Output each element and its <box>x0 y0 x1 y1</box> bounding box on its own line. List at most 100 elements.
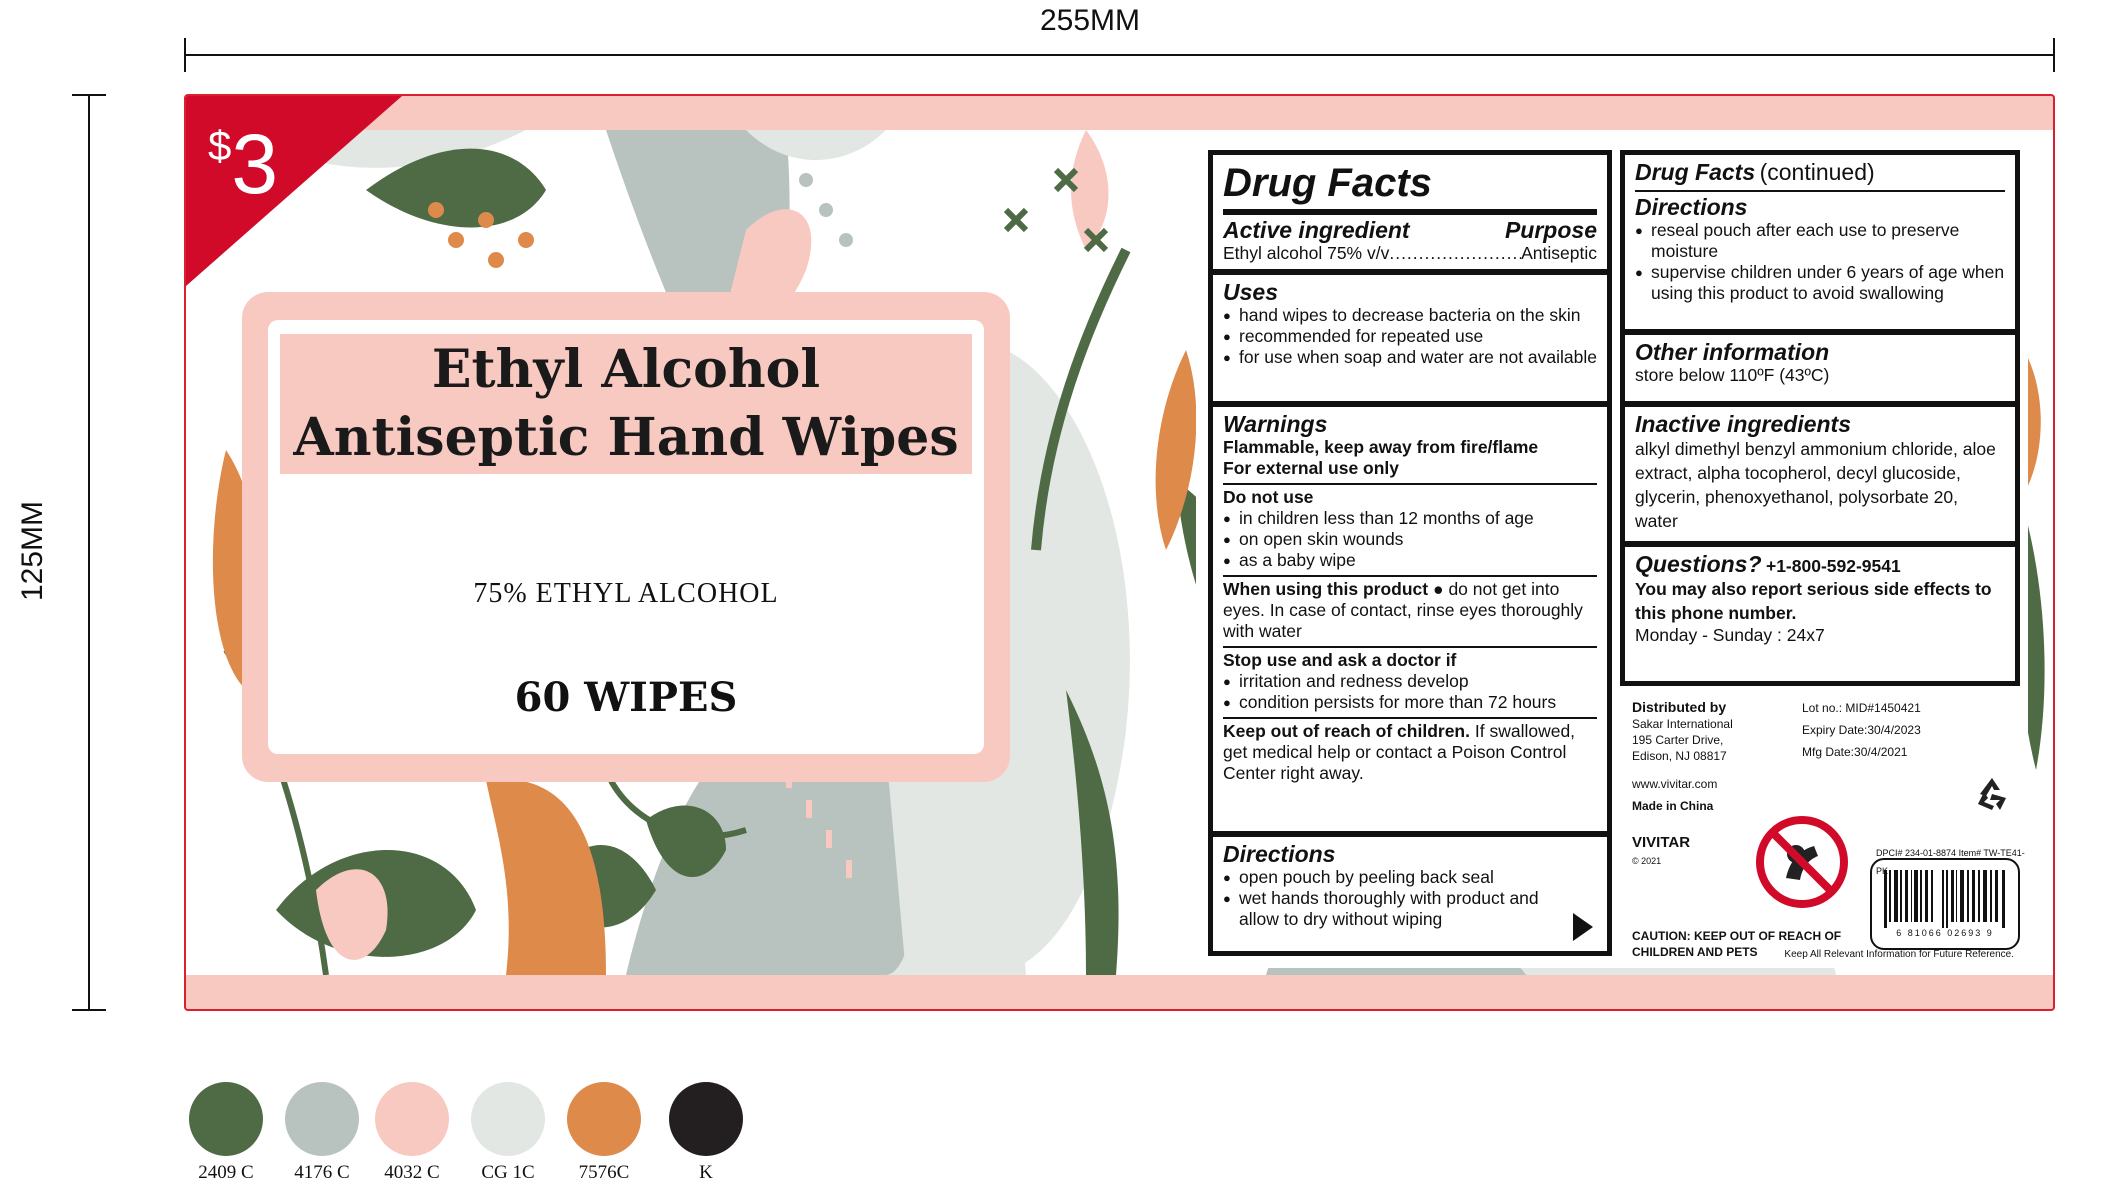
swatch-label: 7576C <box>578 1162 630 1183</box>
height-dimension-label: 125MM <box>16 500 49 602</box>
swatch-7576c: 7576C <box>566 1082 642 1184</box>
list-item: hand wipes to decrease bacteria on the s… <box>1223 305 1597 326</box>
directions-heading: Directions <box>1223 841 1336 867</box>
mfg-date: 30/4/2021 <box>1854 745 1908 759</box>
do-not-use-heading: Do not use <box>1223 487 1314 507</box>
swatch-4176c: 4176 C <box>284 1082 360 1184</box>
title-card: Ethyl Alcohol Antiseptic Hand Wipes 75% … <box>242 292 1010 782</box>
barcode-box: 6 81066 02693 9 <box>1870 858 2020 950</box>
swatch-dot <box>375 1082 449 1156</box>
warning-external: For external use only <box>1223 458 1400 478</box>
directions-section: Directions open pouch by peeling back se… <box>1213 837 1607 951</box>
warnings-heading: Warnings <box>1223 411 1328 437</box>
list-item: irritation and redness develop <box>1223 671 1597 692</box>
swatch-dot <box>567 1082 641 1156</box>
distributed-by-heading: Distributed by <box>1632 699 1727 715</box>
price-tag: $3 <box>208 116 278 213</box>
continue-arrow-icon <box>1573 913 1593 941</box>
stop-use-heading: Stop use and ask a doctor if <box>1223 650 1457 670</box>
width-dimension-line <box>184 38 2055 72</box>
swatch-4032c: 4032 C <box>374 1082 450 1184</box>
swatch-label: K <box>699 1162 713 1183</box>
uses-heading: Uses <box>1223 279 1278 305</box>
hours-text: Monday - Sunday : 24x7 <box>1635 625 1825 645</box>
barcode-icon <box>1884 870 2005 928</box>
product-title-line1: Ethyl Alcohol <box>431 339 821 400</box>
other-information-heading: Other information <box>1635 339 1830 365</box>
distributor-city: Edison, NJ 08817 <box>1632 749 1727 763</box>
inactive-ingredients-text: alkyl dimethyl benzyl ammonium chloride,… <box>1635 439 1996 531</box>
recycle-icon <box>1978 778 2006 810</box>
directions-continued-section: Drug Facts (continued) Directions reseal… <box>1625 155 2015 329</box>
list-item: reseal pouch after each use to preserve … <box>1635 220 2005 262</box>
title-card-inner: Ethyl Alcohol Antiseptic Hand Wipes 75% … <box>268 320 984 754</box>
website: www.vivitar.com <box>1632 777 1718 791</box>
drug-facts-box: Drug Facts Active ingredient Purpose Eth… <box>1208 150 1612 956</box>
swatch-dot <box>189 1082 263 1156</box>
purpose-heading: Purpose <box>1504 217 1597 243</box>
distributor-block: Distributed by Sakar International 195 C… <box>1632 698 2025 960</box>
distributor-street: 195 Carter Drive, <box>1632 733 1724 747</box>
expiry-date: 30/4/2023 <box>1867 723 1921 737</box>
drug-facts-heading: Drug Facts <box>1223 161 1432 205</box>
alcohol-concentration: 75% ETHYL ALCOHOL <box>473 578 779 609</box>
dpci-number: DPCI# 234-01-8874 <box>1876 848 1957 858</box>
list-item: supervise children under 6 years of age … <box>1635 262 2005 304</box>
swatch-label: 2409 C <box>198 1162 254 1183</box>
product-title-line2: Antiseptic Hand Wipes <box>293 407 959 468</box>
report-text: You may also report serious side effects… <box>1635 579 1992 623</box>
width-dimension-label: 255MM <box>1040 4 1141 37</box>
keep-out-heading: Keep out of reach of children. <box>1223 721 1470 741</box>
continued-suffix: (continued) <box>1759 159 1875 185</box>
questions-heading: Questions? <box>1635 551 1762 577</box>
when-using-heading: When using this product <box>1223 579 1429 599</box>
swatch-2409c: 2409 C <box>188 1082 264 1184</box>
phone-number: +1-800-592-9541 <box>1765 556 1901 576</box>
expiry-label: Expiry Date: <box>1802 723 1868 737</box>
swatch-label: CG 1C <box>481 1162 535 1183</box>
swatch-dot <box>471 1082 545 1156</box>
wipe-count: 60 WIPES <box>514 674 738 721</box>
drug-facts-continued-heading: Drug Facts <box>1635 159 1756 185</box>
keep-info-text: Keep All Relevant Information for Future… <box>1784 949 2014 960</box>
swatch-label: 4032 C <box>384 1162 440 1183</box>
swatch-dot <box>669 1082 743 1156</box>
list-item: wet hands thoroughly with product and al… <box>1223 888 1567 930</box>
inactive-ingredients-section: Inactive ingredients alkyl dimethyl benz… <box>1625 407 2015 541</box>
list-item: condition persists for more than 72 hour… <box>1223 692 1597 713</box>
swatch-label: 4176 C <box>294 1162 350 1183</box>
no-eating-icon <box>1756 816 1848 908</box>
list-item: as a baby wipe <box>1223 550 1597 571</box>
list-item: on open skin wounds <box>1223 529 1597 550</box>
directions-continued-heading: Directions <box>1635 194 1748 220</box>
list-item: recommended for repeated use <box>1223 326 1597 347</box>
active-ingredient-heading: Active ingredient <box>1223 217 1410 243</box>
questions-section: Questions? +1-800-592-9541 You may also … <box>1625 547 2015 681</box>
inactive-ingredients-heading: Inactive ingredients <box>1635 411 1852 437</box>
product-label: $3 Ethyl Alcohol Antiseptic Hand Wipes 7… <box>184 94 2055 1011</box>
swatch-cg1c: CG 1C <box>470 1082 546 1184</box>
drug-facts-header: Drug Facts Active ingredient Purpose Eth… <box>1213 155 1607 269</box>
list-item: open pouch by peeling back seal <box>1223 867 1567 888</box>
barcode-digits: 6 81066 02693 9 <box>1896 928 1994 938</box>
swatch-dot <box>285 1082 359 1156</box>
distributor-name: Sakar International <box>1632 717 1733 731</box>
price-amount: 3 <box>231 117 279 211</box>
swatch-k: K <box>668 1082 744 1184</box>
uses-section: Uses hand wipes to decrease bacteria on … <box>1213 275 1607 401</box>
lot-number: Lot no.: MID#1450421 <box>1802 701 1921 715</box>
warning-flammable: Flammable, keep away from fire/flame <box>1223 437 1539 457</box>
mfg-label: Mfg Date: <box>1802 745 1855 759</box>
other-information-section: Other information store below 110ºF (43º… <box>1625 335 2015 401</box>
title-band: Ethyl Alcohol Antiseptic Hand Wipes <box>280 334 972 474</box>
active-purpose: Antiseptic <box>1521 243 1597 263</box>
list-item: for use when soap and water are not avai… <box>1223 347 1597 368</box>
price-currency: $ <box>208 122 232 169</box>
height-dimension-line <box>72 94 106 1011</box>
back-panel: Drug Facts Active ingredient Purpose Eth… <box>1196 138 2028 968</box>
list-item: in children less than 12 months of age <box>1223 508 1597 529</box>
made-in: Made in China <box>1632 799 1714 813</box>
active-ingredient: Ethyl alcohol 75% v/v <box>1223 243 1390 263</box>
other-information-text: store below 110ºF (43ºC) <box>1635 365 1830 385</box>
warnings-section: Warnings Flammable, keep away from fire/… <box>1213 407 1607 831</box>
